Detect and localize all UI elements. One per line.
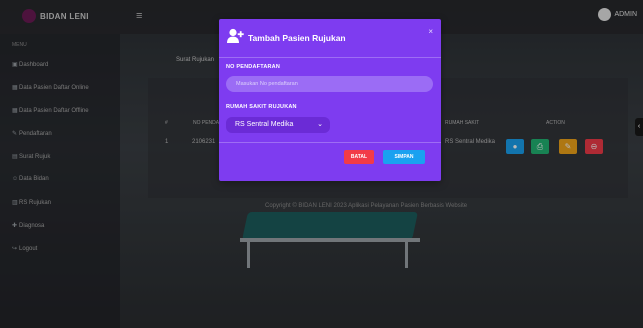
chevron-left-icon: ‹ xyxy=(637,123,641,130)
user-plus-icon xyxy=(227,28,244,43)
chevron-down-icon: ⌄ xyxy=(317,121,323,128)
header-divider xyxy=(219,57,441,58)
close-icon[interactable]: × xyxy=(428,27,433,36)
add-referral-modal: Tambah Pasien Rujukan × NO PENDAFTARAN M… xyxy=(219,19,441,181)
cancel-button[interactable]: BATAL xyxy=(344,150,374,164)
save-button[interactable]: SIMPAN xyxy=(383,150,425,164)
no-pendaftaran-label: NO PENDAFTARAN xyxy=(226,64,281,70)
side-panel-toggle[interactable]: ‹ xyxy=(635,118,643,136)
rumah-sakit-select[interactable]: RS Sentral Medika ⌄ xyxy=(226,117,330,133)
modal-title: Tambah Pasien Rujukan xyxy=(248,33,346,43)
footer-divider xyxy=(219,142,441,143)
modal-header: Tambah Pasien Rujukan × xyxy=(219,19,441,57)
no-pendaftaran-input[interactable]: Masukan No pendaftaran xyxy=(226,76,433,92)
rumah-sakit-selected-value: RS Sentral Medika xyxy=(235,121,294,128)
rumah-sakit-label: RUMAH SAKIT RUJUKAN xyxy=(226,104,297,110)
